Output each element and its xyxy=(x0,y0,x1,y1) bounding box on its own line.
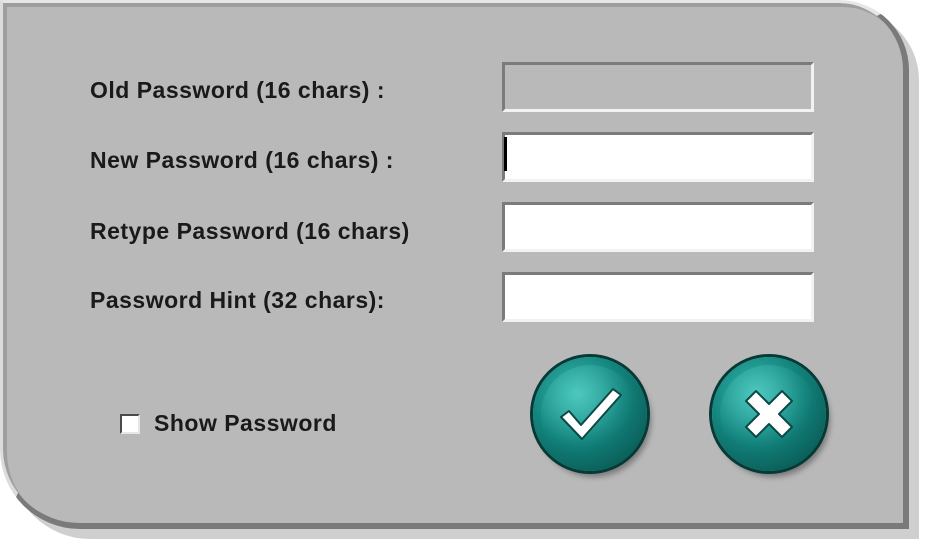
password-hint-label: Password Hint (32 chars): xyxy=(90,287,385,313)
text-cursor xyxy=(504,137,507,171)
cancel-button[interactable] xyxy=(712,357,826,471)
new-password-field[interactable] xyxy=(502,132,814,182)
show-password-label: Show Password xyxy=(154,410,337,436)
ok-button[interactable] xyxy=(533,357,647,471)
new-password-label: New Password (16 chars) : xyxy=(90,147,394,173)
old-password-label: Old Password (16 chars) : xyxy=(90,77,385,103)
retype-password-label: Retype Password (16 chars) xyxy=(90,218,410,244)
retype-password-field[interactable] xyxy=(502,202,814,252)
show-password-option[interactable]: Show Password xyxy=(120,410,337,437)
password-hint-field[interactable] xyxy=(502,272,814,322)
checkmark-icon xyxy=(560,388,622,440)
old-password-field[interactable] xyxy=(502,62,814,112)
show-password-checkbox[interactable] xyxy=(120,413,140,434)
x-icon xyxy=(745,390,793,438)
stage: Old Password (16 chars) : New Password (… xyxy=(0,0,928,540)
